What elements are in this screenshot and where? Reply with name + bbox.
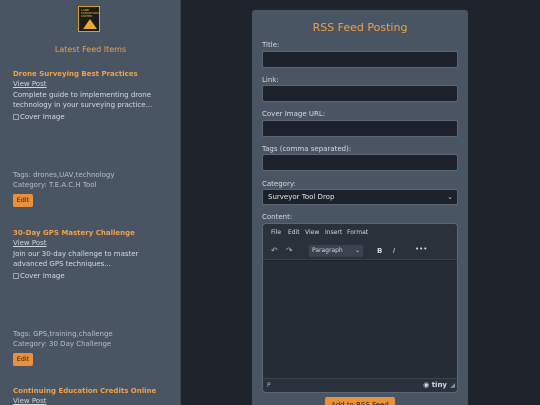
broken-image-icon	[13, 273, 19, 279]
category-label: Category:	[262, 180, 296, 188]
rich-text-editor: File Edit View Insert Format ↶ ↷ Paragra…	[262, 223, 458, 393]
cover-image-url-label: Cover Image URL:	[262, 110, 326, 118]
title-label: Title:	[262, 41, 280, 49]
edit-button[interactable]: Edit	[13, 353, 33, 366]
content-label: Content:	[262, 213, 293, 221]
italic-icon[interactable]: I	[393, 247, 395, 255]
tiny-logo-text: tiny	[431, 381, 447, 389]
feed-item-title: Drone Surveying Best Practices	[13, 70, 138, 78]
category-select[interactable]: Surveyor Tool Drop ⌄	[262, 189, 458, 205]
cover-image-url-input[interactable]	[262, 120, 458, 137]
feed-item-title: 30-Day GPS Mastery Challenge	[13, 229, 135, 237]
menu-edit[interactable]: Edit	[288, 229, 300, 236]
bold-icon[interactable]: B	[377, 247, 382, 255]
menu-file[interactable]: File	[271, 229, 281, 236]
feed-item-category: Category: T.E.A.C.H Tool	[13, 181, 97, 189]
view-post-link[interactable]: View Post	[13, 239, 46, 248]
tiny-logo-icon: ◉	[423, 381, 430, 389]
editor-menubar: File Edit View Insert Format	[263, 224, 457, 242]
feed-item-category: Category: 30 Day Challenge	[13, 340, 112, 348]
menu-insert[interactable]: Insert	[325, 229, 342, 236]
sidebar: LAND SURVEYORS UNITED Latest Feed Items …	[0, 0, 181, 405]
logo-text: LAND SURVEYORS UNITED	[81, 8, 99, 18]
category-value: Surveyor Tool Drop	[268, 193, 335, 201]
undo-icon[interactable]: ↶	[271, 246, 278, 255]
redo-icon[interactable]: ↷	[286, 246, 293, 255]
cover-image: Cover Image	[13, 272, 65, 281]
rss-form-panel: RSS Feed Posting Title: Link: Cover Imag…	[252, 10, 468, 405]
view-post-link[interactable]: View Post	[13, 80, 46, 89]
feed-item-description: Complete guide to implementing drone tec…	[13, 91, 153, 109]
feed-item-title: Continuing Education Credits Online	[13, 387, 157, 395]
block-format-value: Paragraph	[312, 247, 343, 254]
feed-item: 30-Day GPS Mastery Challenge View Post J…	[8, 225, 173, 370]
editor-statusbar: P ◉ tiny ◢	[263, 378, 457, 392]
logo-triangle-icon	[83, 19, 97, 29]
menu-format[interactable]: Format	[347, 229, 368, 236]
menu-view[interactable]: View	[305, 229, 319, 236]
view-post-link[interactable]: View Post	[13, 397, 46, 405]
form-title: RSS Feed Posting	[312, 21, 408, 34]
broken-image-icon	[13, 114, 19, 120]
site-logo[interactable]: LAND SURVEYORS UNITED	[78, 6, 100, 32]
tags-input[interactable]	[262, 154, 458, 171]
feed-item: Drone Surveying Best Practices View Post…	[8, 66, 173, 211]
element-path: P	[267, 382, 271, 389]
feed-item-tags: Tags: GPS,training,challenge	[13, 330, 113, 338]
add-to-rss-feed-button[interactable]: Add to RSS Feed	[325, 397, 395, 405]
editor-toolbar: ↶ ↷ Paragraph ⌄ B I •••	[263, 242, 457, 260]
cover-image-alt: Cover Image	[20, 113, 65, 121]
title-input[interactable]	[262, 51, 458, 68]
block-format-dropdown[interactable]: Paragraph ⌄	[309, 245, 363, 257]
feed-item: Continuing Education Credits Online View…	[8, 384, 173, 405]
editor-content-area[interactable]	[263, 261, 457, 379]
more-icon[interactable]: •••	[415, 245, 427, 253]
resize-handle-icon[interactable]: ◢	[450, 382, 455, 389]
chevron-down-icon: ⌄	[354, 247, 360, 254]
cover-image: Cover Image	[13, 113, 65, 122]
feed-item-description: Join our 30-day challenge to master adva…	[13, 250, 139, 268]
tags-label: Tags (comma separated):	[262, 145, 352, 153]
edit-button[interactable]: Edit	[13, 194, 33, 207]
sidebar-title: Latest Feed Items	[54, 45, 127, 54]
chevron-down-icon: ⌄	[447, 193, 453, 201]
feed-item-tags: Tags: drones,UAV,technology	[13, 171, 115, 179]
tiny-logo: ◉ tiny	[423, 381, 447, 389]
link-label: Link:	[262, 76, 279, 84]
link-input[interactable]	[262, 85, 458, 102]
cover-image-alt: Cover Image	[20, 272, 65, 280]
